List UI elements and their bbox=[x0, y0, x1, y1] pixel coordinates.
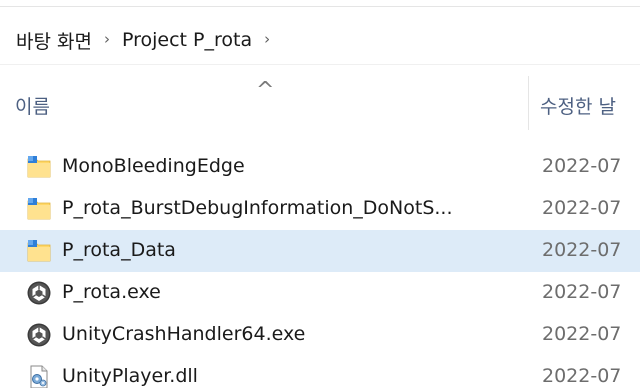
column-header-row: 이름 ^ 수정한 날 bbox=[0, 66, 640, 138]
dll-icon bbox=[26, 364, 52, 388]
file-list-item[interactable]: UnityPlayer.dll 2022-07 bbox=[0, 356, 640, 388]
breadcrumb-divider bbox=[0, 64, 640, 65]
breadcrumb-chevron-icon[interactable]: › bbox=[256, 30, 278, 48]
top-border bbox=[0, 0, 640, 7]
file-explorer-window: 바탕 화면 › Project P_rota › 이름 ^ 수정한 날 Mono… bbox=[0, 0, 640, 388]
file-name: UnityCrashHandler64.exe bbox=[62, 323, 306, 345]
file-date-modified: 2022-07 bbox=[542, 197, 622, 219]
file-date-modified: 2022-07 bbox=[542, 155, 622, 177]
breadcrumb-item-project[interactable]: Project P_rota bbox=[118, 29, 256, 51]
file-name: P_rota.exe bbox=[62, 281, 161, 303]
folder-icon bbox=[26, 196, 52, 222]
column-header-date-modified[interactable]: 수정한 날 bbox=[540, 92, 616, 119]
folder-icon bbox=[26, 238, 52, 264]
file-date-modified: 2022-07 bbox=[542, 239, 622, 261]
file-name: UnityPlayer.dll bbox=[62, 365, 198, 387]
file-name: P_rota_Data bbox=[62, 239, 176, 261]
sort-ascending-icon: ^ bbox=[256, 78, 275, 103]
unity-exe-icon bbox=[26, 322, 52, 348]
file-list-item[interactable]: MonoBleedingEdge 2022-07 bbox=[0, 146, 640, 188]
file-name: MonoBleedingEdge bbox=[62, 155, 245, 177]
unity-exe-icon bbox=[26, 280, 52, 306]
file-list-item[interactable]: P_rota_Data 2022-07 bbox=[0, 230, 640, 272]
column-resize-handle[interactable] bbox=[528, 76, 529, 130]
column-header-name[interactable]: 이름 bbox=[15, 92, 50, 119]
breadcrumb: 바탕 화면 › Project P_rota › bbox=[12, 18, 278, 62]
file-list-item[interactable]: UnityCrashHandler64.exe 2022-07 bbox=[0, 314, 640, 356]
breadcrumb-chevron-icon[interactable]: › bbox=[96, 30, 118, 48]
file-name: P_rota_BurstDebugInformation_DoNotS... bbox=[62, 197, 453, 219]
file-list: MonoBleedingEdge 2022-07 P_rota_BurstDebu… bbox=[0, 146, 640, 388]
breadcrumb-item-desktop[interactable]: 바탕 화면 bbox=[12, 27, 96, 54]
folder-icon bbox=[26, 154, 52, 180]
file-list-item[interactable]: P_rota_BurstDebugInformation_DoNotS... 20… bbox=[0, 188, 640, 230]
file-list-item[interactable]: P_rota.exe 2022-07 bbox=[0, 272, 640, 314]
file-date-modified: 2022-07 bbox=[542, 281, 622, 303]
file-date-modified: 2022-07 bbox=[542, 365, 622, 387]
file-date-modified: 2022-07 bbox=[542, 323, 622, 345]
